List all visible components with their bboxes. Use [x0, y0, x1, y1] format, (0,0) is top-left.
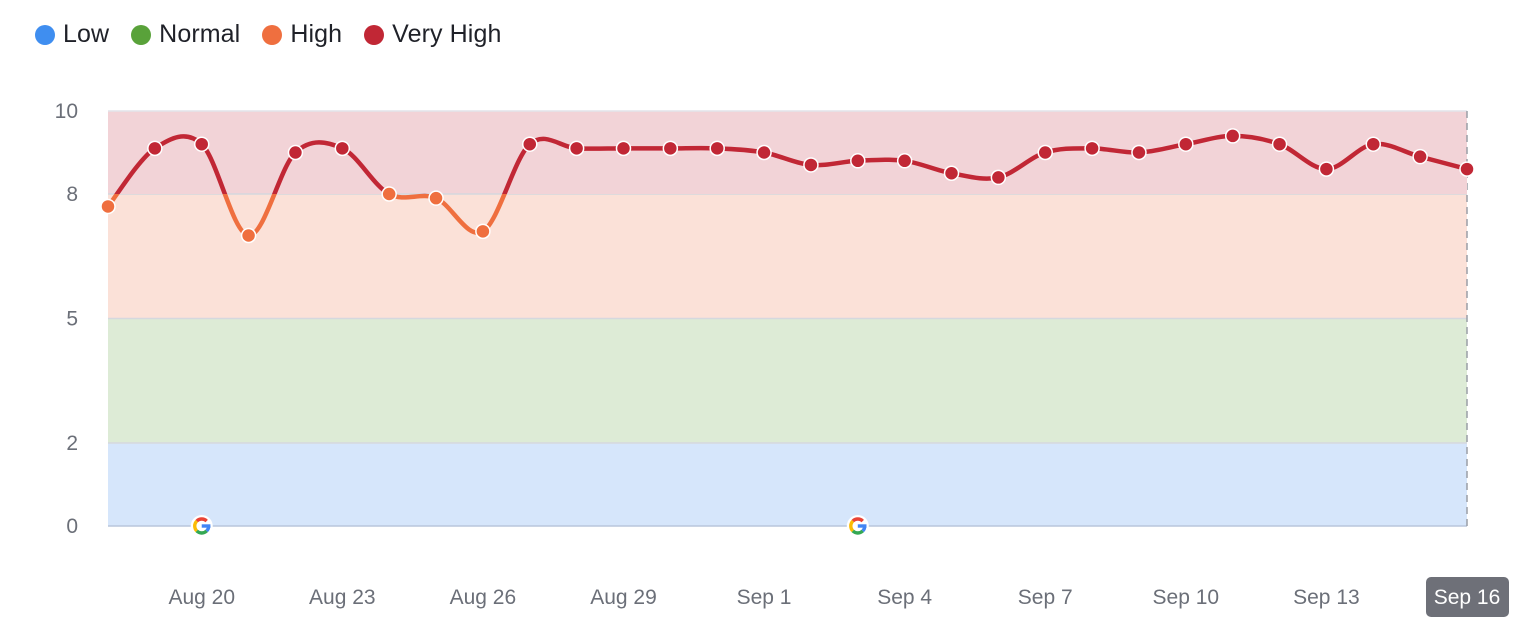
x-tick-label: Aug 29 — [590, 586, 657, 609]
x-tick-label: Sep 10 — [1153, 586, 1220, 609]
data-point — [1318, 161, 1335, 177]
google-icon[interactable] — [846, 515, 869, 537]
y-tick-label: 8 — [66, 183, 78, 206]
band-high — [108, 194, 1467, 319]
data-point — [1037, 144, 1053, 161]
x-tick-label: Aug 26 — [450, 586, 517, 609]
y-tick-label: 5 — [66, 308, 78, 331]
x-axis: Aug 20 Aug 23 Aug 26 Aug 29 Sep 1 Sep 4 Sep 7 S… — [168, 577, 1509, 617]
x-tick-label: Sep 1 — [737, 586, 792, 609]
x-tick-label: Sep 7 — [1018, 586, 1073, 609]
y-tick-label: 10 — [55, 100, 78, 123]
data-point — [1271, 136, 1288, 152]
data-point — [240, 227, 257, 244]
data-point — [662, 140, 679, 157]
data-point — [193, 136, 210, 152]
band-low — [108, 443, 1467, 526]
y-tick-label: 0 — [66, 515, 78, 538]
data-point — [850, 153, 866, 169]
data-point — [100, 198, 116, 215]
data-point — [1131, 144, 1147, 161]
data-point — [1084, 140, 1100, 157]
data-point — [1365, 136, 1382, 152]
google-icon-bar — [201, 524, 211, 528]
data-point — [943, 165, 960, 181]
data-point — [709, 140, 725, 157]
x-tick-label: Aug 23 — [309, 586, 376, 609]
y-tick-label: 2 — [66, 432, 78, 455]
data-point — [428, 190, 444, 206]
data-point — [756, 144, 772, 161]
google-icon-bar — [857, 524, 867, 528]
data-point — [381, 186, 397, 202]
data-point — [568, 140, 585, 157]
x-tick-label: Sep 4 — [877, 586, 932, 609]
data-point — [1224, 128, 1241, 144]
data-point — [287, 144, 304, 161]
data-point — [475, 223, 491, 240]
x-tick-label: Sep 16 — [1434, 586, 1501, 609]
data-point — [803, 157, 819, 173]
data-point — [896, 153, 913, 169]
google-icon[interactable] — [190, 515, 213, 537]
data-point — [522, 136, 538, 152]
y-axis: 0 2 5 8 10 — [55, 100, 78, 538]
data-point — [1459, 161, 1475, 177]
x-tick-active: Sep 16 — [1426, 577, 1509, 617]
x-tick-label: Aug 20 — [168, 586, 235, 609]
data-point — [1412, 148, 1428, 165]
band-normal — [108, 318, 1467, 443]
data-point — [147, 140, 163, 157]
data-point — [1178, 136, 1194, 152]
data-point — [615, 140, 632, 157]
data-point — [334, 140, 351, 157]
volatility-chart: 0 2 5 8 10 Aug 20 Aug 23 Aug 26 Aug 29 Sep 1 Sep … — [55, 100, 1509, 617]
x-tick-label: Sep 13 — [1293, 586, 1360, 609]
data-point — [990, 169, 1007, 186]
